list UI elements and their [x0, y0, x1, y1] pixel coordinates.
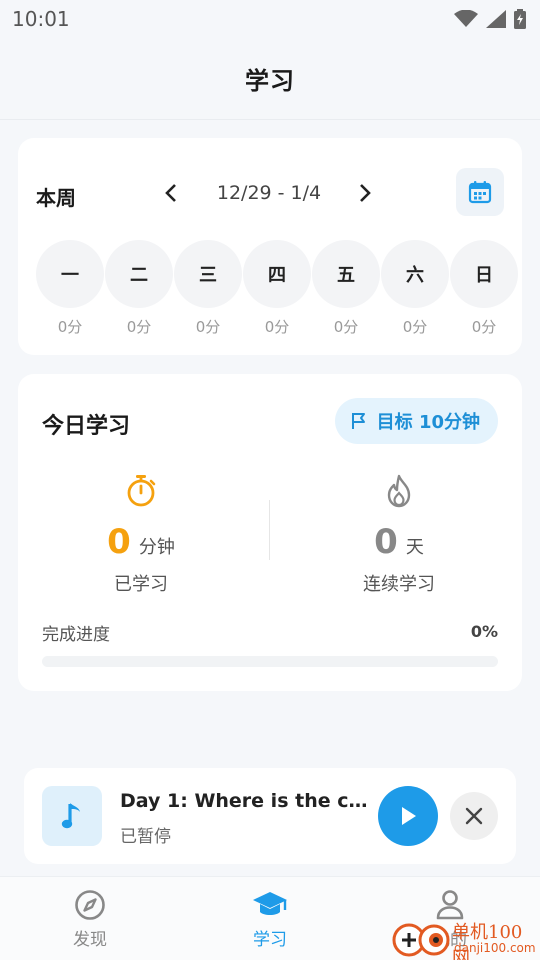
day-button[interactable]: 日: [450, 240, 518, 308]
day-score: 0分: [264, 318, 290, 336]
play-button[interactable]: [378, 786, 438, 846]
day-button[interactable]: 六: [381, 240, 449, 308]
day-wed: 三 0分: [174, 240, 242, 337]
streak-unit: 天: [405, 537, 424, 558]
week-label: 本周: [36, 186, 76, 210]
progress-value: 0%: [470, 622, 498, 641]
day-button[interactable]: 三: [174, 240, 242, 308]
today-card: 今日学习 目标 10分钟 0 分钟 已学习 0 天 连续学习 完成进度 0%: [18, 374, 522, 691]
day-score: 0分: [333, 318, 359, 336]
day-sat: 六 0分: [381, 240, 449, 337]
streak-days: 0: [374, 522, 398, 562]
close-icon: [465, 807, 483, 825]
nav-item-study[interactable]: 学习: [180, 877, 360, 960]
player-artwork: [42, 786, 102, 846]
chevron-right-icon: [360, 184, 371, 202]
mini-player[interactable]: Day 1: Where is the che... 已暂停: [24, 768, 516, 864]
prev-week-button[interactable]: [154, 176, 188, 210]
flag-icon: [351, 413, 365, 429]
day-button[interactable]: 四: [243, 240, 311, 308]
battery-icon: [514, 9, 526, 29]
day-score: 0分: [126, 318, 152, 336]
next-week-button[interactable]: [348, 176, 382, 210]
status-time: 10:01: [12, 7, 70, 31]
goal-button[interactable]: 目标 10分钟: [334, 398, 498, 444]
week-range: 12/29 - 1/4: [216, 182, 322, 204]
streak-label: 连续学习: [363, 574, 435, 595]
watermark-icon: [392, 923, 450, 957]
calendar-icon: [468, 181, 492, 204]
day-button[interactable]: 一: [36, 240, 104, 308]
day-fri: 五 0分: [312, 240, 380, 337]
day-thu: 四 0分: [243, 240, 311, 337]
signal-icon: [486, 10, 506, 28]
studied-minutes: 0: [107, 522, 131, 562]
watermark-logo: 单机100网 danji100.com: [390, 918, 540, 960]
graduation-cap-icon: [253, 892, 287, 915]
status-bar: 10:01: [0, 0, 540, 38]
close-player-button[interactable]: [450, 792, 498, 840]
day-tue: 二 0分: [105, 240, 173, 337]
music-note-icon: [61, 803, 80, 829]
day-button[interactable]: 五: [312, 240, 380, 308]
play-icon: [402, 807, 416, 825]
day-score: 0分: [471, 318, 497, 336]
day-mon: 一 0分: [36, 240, 104, 337]
day-score: 0分: [57, 318, 83, 336]
flame-icon: [387, 474, 411, 508]
page-title: 学习: [245, 67, 295, 95]
watermark-url: danji100.com: [454, 941, 536, 955]
compass-icon: [75, 890, 105, 920]
goal-label: 目标 10分钟: [376, 412, 480, 433]
today-title: 今日学习: [42, 414, 131, 439]
nav-label: 发现: [73, 930, 107, 950]
day-score: 0分: [195, 318, 221, 336]
calendar-button[interactable]: [456, 168, 504, 216]
chevron-left-icon: [165, 184, 176, 202]
page-header: 学习: [0, 38, 540, 120]
stat-divider: [269, 500, 270, 560]
player-status: 已暂停: [120, 827, 171, 847]
week-days: 一 0分 二 0分 三 0分 四 0分 五 0分 六 0分 日 0分: [36, 240, 522, 337]
wifi-icon: [454, 10, 478, 27]
studied-label: 已学习: [114, 574, 168, 595]
stopwatch-icon: [127, 475, 156, 507]
studied-stat: 0 分钟 已学习: [26, 474, 256, 596]
progress-bar: [42, 656, 498, 667]
day-score: 0分: [402, 318, 428, 336]
player-track-title: Day 1: Where is the che...: [120, 790, 370, 812]
nav-label: 学习: [253, 930, 287, 950]
progress-label: 完成进度: [42, 625, 110, 645]
week-card: 本周 12/29 - 1/4 一 0分 二 0分 三 0分 四 0分 五 0分 …: [18, 138, 522, 355]
day-button[interactable]: 二: [105, 240, 173, 308]
streak-stat: 0 天 连续学习: [284, 474, 514, 596]
day-sun: 日 0分: [450, 240, 518, 337]
nav-item-discover[interactable]: 发现: [0, 877, 180, 960]
person-icon: [436, 890, 464, 920]
studied-unit: 分钟: [138, 537, 175, 558]
